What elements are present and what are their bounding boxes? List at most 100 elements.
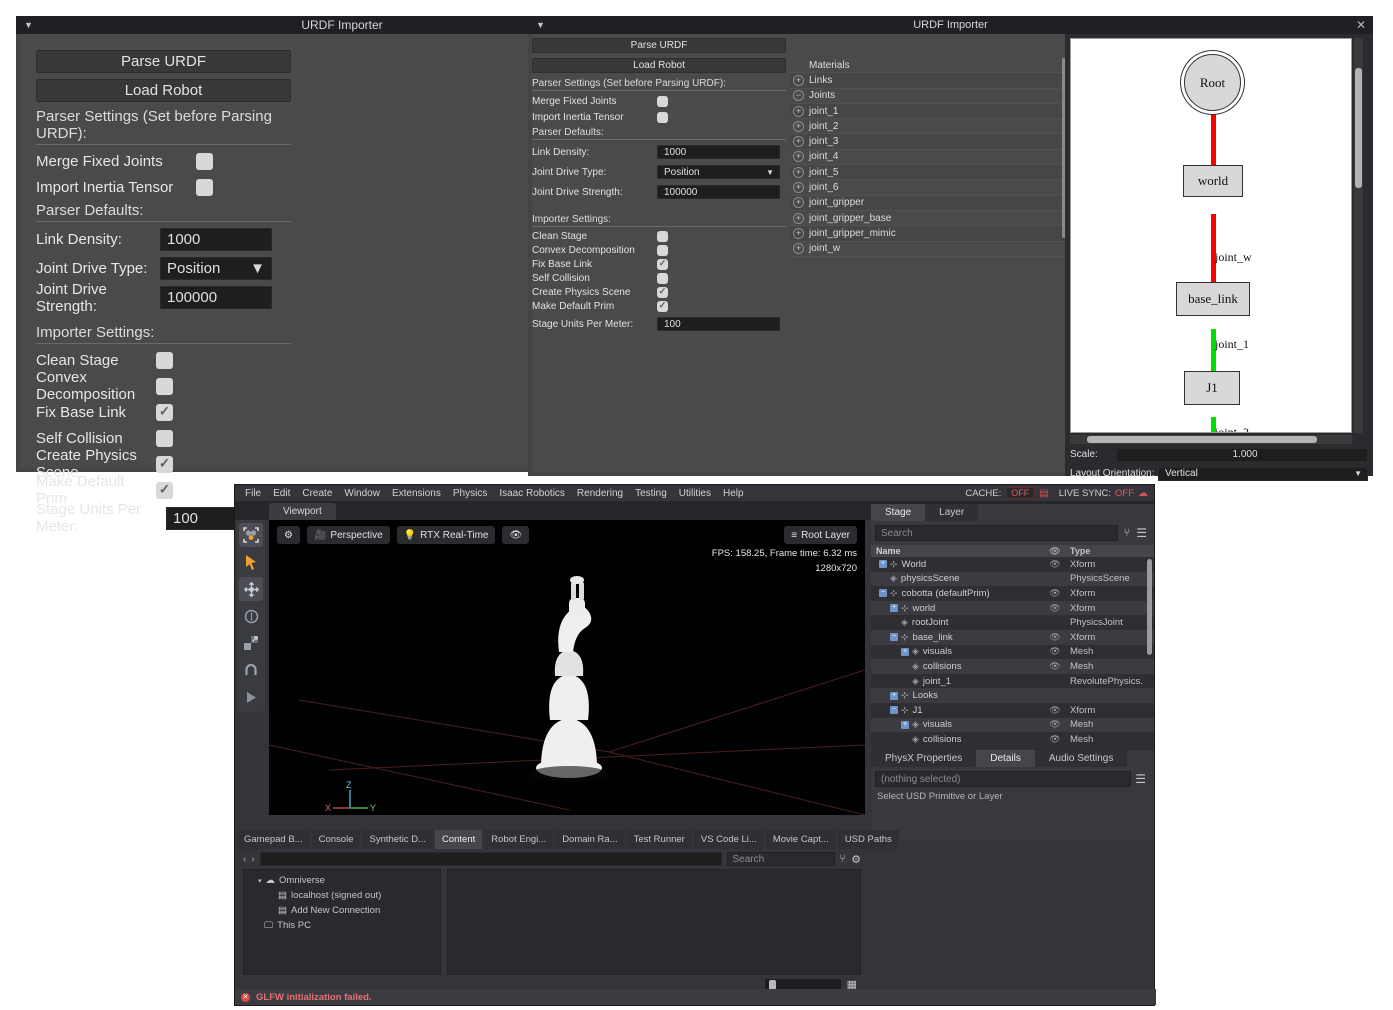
menu-item-testing[interactable]: Testing: [629, 488, 673, 499]
hamburger-icon[interactable]: ☰: [1136, 526, 1150, 540]
parse-urdf-button[interactable]: Parse URDF: [532, 38, 786, 53]
eye-icon[interactable]: 👁: [1044, 719, 1066, 730]
tab-content[interactable]: Content: [434, 830, 483, 849]
stage-tree[interactable]: + ⊹ World 👁 Xform ◈ physicsScene PhysicsSce…: [871, 557, 1154, 753]
eye-icon[interactable]: 👁: [1044, 646, 1066, 657]
checkbox-create-physics-scene[interactable]: [657, 286, 668, 298]
tree-row-joints[interactable]: − Joints: [790, 88, 1066, 104]
content-source-tree[interactable]: ▾ ☁ Omniverse ▤ localhost (signed out) ▤…: [243, 869, 441, 975]
viewport-3d[interactable]: ⚙ 🎥 Perspective 💡 RTX Real-Time 👁 ≡ Root…: [269, 520, 865, 815]
row-fix-base-link[interactable]: Fix Base Link: [532, 257, 786, 271]
tab-details[interactable]: Details: [976, 750, 1035, 767]
urdf-graph-window[interactable]: ✕ Root world base_link J1 joint_w joint_…: [1065, 16, 1373, 481]
tab-stage[interactable]: Stage: [871, 504, 926, 521]
menu-item-isaac-robotics[interactable]: Isaac Robotics: [493, 488, 571, 499]
dropdown-joint-drive-type[interactable]: Position ▼: [657, 165, 780, 179]
expand-plus-icon[interactable]: +: [793, 197, 804, 209]
rotate-icon[interactable]: [239, 604, 263, 628]
gear-icon[interactable]: ⚙: [851, 853, 861, 866]
tab-test-runner[interactable]: Test Runner: [626, 830, 692, 849]
row-fix-base-link[interactable]: Fix Base Link: [36, 399, 291, 425]
collapse-minus-icon[interactable]: −: [879, 589, 887, 598]
scale-value[interactable]: 1.000: [1116, 447, 1368, 462]
tab-usd-paths[interactable]: USD Paths: [837, 830, 899, 849]
tree-item-localhost[interactable]: ▤ localhost (signed out): [248, 890, 436, 901]
tree-row-joint-gripper-mimic[interactable]: + joint_gripper_mimic: [790, 226, 1066, 242]
graph-hscrollbar-thumb[interactable]: [1087, 436, 1317, 443]
livesync-status[interactable]: OFF: [1115, 488, 1134, 499]
menu-item-create[interactable]: Create: [296, 488, 338, 499]
expand-plus-icon[interactable]: +: [890, 604, 898, 613]
row-import-inertia-tensor[interactable]: Import Inertia Tensor: [36, 174, 291, 200]
tree-item-omniverse[interactable]: ▾ ☁ Omniverse: [248, 875, 436, 886]
stage-panel-tabs[interactable]: Stage Layer: [871, 504, 1154, 521]
stage-row-world-child[interactable]: + ⊹ world 👁 Xform: [871, 600, 1154, 616]
collapse-minus-icon[interactable]: −: [793, 90, 804, 102]
tree-row-joint-4[interactable]: + joint_4: [790, 149, 1066, 166]
checkbox-self-collision[interactable]: [657, 272, 668, 284]
physx-tabs[interactable]: PhysX Properties Details Audio Settings: [871, 750, 1154, 767]
viewport-chip-row[interactable]: ⚙ 🎥 Perspective 💡 RTX Real-Time 👁: [277, 526, 530, 544]
stage-row-collisions-1[interactable]: ◈ collisions 👁 Mesh: [871, 659, 1154, 674]
checkbox-self-collision[interactable]: [156, 429, 173, 447]
graph-node-j1[interactable]: J1: [1184, 371, 1240, 405]
physx-properties-panel[interactable]: PhysX Properties Details Audio Settings …: [871, 750, 1154, 840]
expand-plus-icon[interactable]: +: [793, 227, 804, 239]
caret-down-icon[interactable]: ▼: [536, 20, 545, 30]
stage-row-looks[interactable]: + ⊹ Looks: [871, 688, 1154, 703]
graph-node-root[interactable]: Root: [1184, 54, 1241, 111]
row-merge-fixed-joints[interactable]: Merge Fixed Joints: [532, 93, 786, 109]
menu-item-help[interactable]: Help: [717, 488, 750, 499]
tab-layer[interactable]: Layer: [925, 504, 979, 521]
tree-row-joint-gripper[interactable]: + joint_gripper: [790, 195, 1066, 211]
graph-node-world[interactable]: world: [1183, 165, 1243, 197]
checkbox-fix-base-link[interactable]: [657, 258, 668, 270]
content-search-input[interactable]: Search: [726, 852, 835, 866]
stage-row-physicsscene[interactable]: ◈ physicsScene PhysicsScene: [871, 571, 1154, 587]
expand-plus-icon[interactable]: +: [793, 182, 804, 194]
checkbox-clean-stage[interactable]: [657, 230, 668, 242]
expand-plus-icon[interactable]: +: [901, 720, 909, 729]
expand-plus-icon[interactable]: +: [793, 120, 804, 132]
eye-icon[interactable]: 👁: [1044, 734, 1066, 745]
bottom-dock-tabs[interactable]: Gamepad B... Console Synthetic D... Cont…: [237, 830, 899, 849]
menu-item-window[interactable]: Window: [338, 488, 386, 499]
expand-plus-icon[interactable]: +: [890, 691, 898, 700]
move-icon[interactable]: [239, 577, 263, 601]
tree-row-joint-5[interactable]: + joint_5: [790, 165, 1066, 181]
tree-row-joint-gripper-base[interactable]: + joint_gripper_base: [790, 210, 1066, 227]
stage-row-visuals-2[interactable]: + ◈ visuals 👁 Mesh: [871, 717, 1154, 733]
load-robot-button[interactable]: Load Robot: [532, 58, 786, 73]
checkbox-merge-fixed-joints[interactable]: [196, 152, 213, 170]
row-import-inertia-tensor[interactable]: Import Inertia Tensor: [532, 109, 786, 125]
expand-plus-icon[interactable]: +: [793, 166, 804, 178]
tab-audio-settings[interactable]: Audio Settings: [1034, 750, 1128, 767]
tree-row-materials[interactable]: Materials: [790, 58, 1066, 74]
menu-item-rendering[interactable]: Rendering: [571, 488, 629, 499]
input-joint-drive-strength[interactable]: 100000: [657, 185, 780, 199]
chevron-right-icon[interactable]: ›: [251, 854, 254, 865]
row-convex-decomposition[interactable]: Convex Decomposition: [36, 369, 291, 403]
tab-gamepad[interactable]: Gamepad B...: [237, 830, 310, 849]
collapse-minus-icon[interactable]: −: [890, 706, 898, 715]
menu-item-file[interactable]: File: [239, 488, 267, 499]
input-joint-drive-strength[interactable]: 100000: [160, 286, 272, 309]
selection-field[interactable]: (nothing selected): [875, 771, 1132, 787]
row-clean-stage[interactable]: Clean Stage: [532, 229, 786, 243]
path-input[interactable]: [259, 852, 722, 866]
scale-icon[interactable]: [239, 631, 263, 655]
graph-vscrollbar-track[interactable]: [1354, 38, 1363, 433]
tree-row-joint-1[interactable]: + joint_1: [790, 103, 1066, 120]
filter-icon[interactable]: ⑂: [840, 853, 847, 865]
checkbox-import-inertia-tensor[interactable]: [657, 111, 668, 123]
viewport-tool-strip[interactable]: [237, 520, 265, 712]
expand-plus-icon[interactable]: +: [793, 243, 804, 255]
stage-row-cobotta[interactable]: − ⊹ cobotta (defaultPrim) 👁 Xform: [871, 586, 1154, 601]
tab-movie-capture[interactable]: Movie Capt...: [765, 830, 836, 849]
graph-titlebar[interactable]: ✕: [1065, 16, 1373, 34]
bottom-dock[interactable]: Gamepad B... Console Synthetic D... Cont…: [237, 830, 899, 999]
play-icon[interactable]: [239, 685, 263, 709]
eye-icon[interactable]: 👁: [502, 526, 530, 544]
caret-down-icon[interactable]: ▾: [258, 877, 262, 885]
checkbox-make-default-prim[interactable]: [657, 300, 668, 312]
